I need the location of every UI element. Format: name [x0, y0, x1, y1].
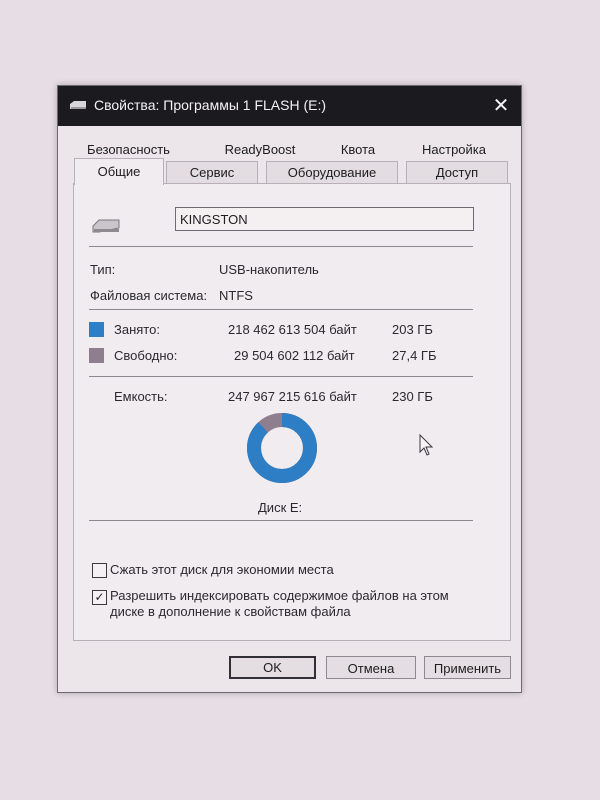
- allow-indexing-checkbox[interactable]: ✓: [92, 590, 107, 605]
- free-space-bytes: 29 504 602 112 байт: [234, 348, 355, 363]
- free-space-size: 27,4 ГБ: [392, 348, 437, 363]
- separator: [89, 309, 473, 310]
- separator: [89, 376, 473, 377]
- allow-indexing-label-line2: диске в дополнение к свойствам файла: [110, 604, 351, 619]
- drive-icon: [70, 101, 86, 109]
- type-label: Тип:: [90, 262, 116, 277]
- window-title: Свойства: Программы 1 FLASH (E:): [94, 97, 327, 113]
- tab-sharing[interactable]: Доступ: [406, 161, 508, 183]
- free-space-swatch: [89, 348, 104, 363]
- ok-button[interactable]: OK: [229, 656, 316, 679]
- capacity-label: Емкость:: [114, 389, 168, 404]
- title-bar: Свойства: Программы 1 FLASH (E:) ✕: [58, 86, 521, 126]
- type-value: USB-накопитель: [219, 262, 319, 277]
- used-space-bytes: 218 462 613 504 байт: [228, 322, 357, 337]
- used-space-label: Занято:: [114, 322, 160, 337]
- mouse-cursor-icon: [419, 434, 434, 456]
- allow-indexing-label: Разрешить индексировать содержимое файло…: [110, 588, 449, 603]
- cancel-button[interactable]: Отмена: [326, 656, 416, 679]
- volume-label-input[interactable]: [175, 207, 474, 231]
- tab-security[interactable]: Безопасность: [76, 140, 181, 160]
- capacity-bytes: 247 967 215 616 байт: [228, 389, 357, 404]
- used-space-size: 203 ГБ: [392, 322, 433, 337]
- disk-name-label: Диск E:: [258, 500, 303, 515]
- free-space-label: Свободно:: [114, 348, 178, 363]
- tab-customize[interactable]: Настройка: [408, 140, 500, 160]
- used-space-swatch: [89, 322, 104, 337]
- capacity-size: 230 ГБ: [392, 389, 433, 404]
- compress-drive-checkbox[interactable]: [92, 563, 107, 578]
- filesystem-value: NTFS: [219, 288, 253, 303]
- tab-general[interactable]: Общие: [74, 158, 164, 185]
- separator: [89, 520, 473, 521]
- tab-tools[interactable]: Сервис: [166, 161, 258, 183]
- filesystem-label: Файловая система:: [90, 288, 208, 303]
- tab-readyboost[interactable]: ReadyBoost: [210, 140, 310, 160]
- properties-dialog: Свойства: Программы 1 FLASH (E:) ✕ Безоп…: [57, 85, 522, 693]
- disk-usage-donut: [247, 413, 317, 483]
- used-space-ring: [247, 413, 317, 483]
- separator: [89, 246, 473, 247]
- apply-button[interactable]: Применить: [424, 656, 511, 679]
- tab-quota[interactable]: Квота: [323, 140, 393, 160]
- usb-drive-icon: [92, 219, 120, 233]
- tab-hardware[interactable]: Оборудование: [266, 161, 398, 183]
- compress-drive-label: Сжать этот диск для экономии места: [110, 562, 334, 577]
- close-button[interactable]: ✕: [481, 86, 521, 126]
